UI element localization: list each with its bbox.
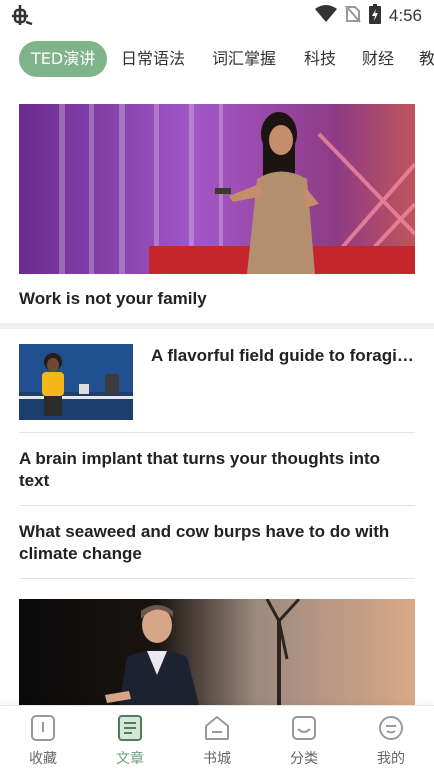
clock: 4:56 <box>388 6 422 25</box>
favorites-icon <box>13 714 73 746</box>
nav-articles[interactable]: 文章 <box>100 714 160 768</box>
article-title[interactable]: What seaweed and cow burps have to do wi… <box>19 521 415 565</box>
nav-label: 分类 <box>290 751 318 767</box>
section-separator <box>0 323 434 329</box>
article-thumbnail[interactable] <box>19 344 133 420</box>
wifi-icon <box>314 5 337 27</box>
hero-article-image[interactable] <box>19 104 415 274</box>
profile-icon <box>361 714 421 746</box>
list-divider <box>19 432 415 433</box>
tab-finance[interactable]: 财经 <box>362 41 394 77</box>
category-tabs: TED演讲 日常语法 词汇掌握 科技 财经 教 <box>0 41 434 79</box>
tab-daily-grammar[interactable]: 日常语法 <box>121 41 185 77</box>
category-icon <box>274 714 334 746</box>
status-bar: 4:56 <box>0 0 434 32</box>
no-sim-icon <box>345 5 361 27</box>
tab-technology[interactable]: 科技 <box>304 41 336 77</box>
tab-education[interactable]: 教 <box>419 41 434 77</box>
nav-label: 收藏 <box>29 751 57 767</box>
nav-profile[interactable]: 我的 <box>361 714 421 768</box>
article-image[interactable] <box>19 599 415 705</box>
nav-category[interactable]: 分类 <box>274 714 334 768</box>
article-icon <box>100 714 160 746</box>
list-divider <box>19 578 415 579</box>
tab-vocabulary[interactable]: 词汇掌握 <box>212 41 276 77</box>
nav-bookstore[interactable]: 书城 <box>187 714 247 768</box>
nav-label: 我的 <box>377 751 405 767</box>
battery-icon <box>368 4 381 28</box>
nav-label: 文章 <box>116 751 144 767</box>
bottom-navigation: 收藏 文章 书城 分类 我的 <box>0 705 434 772</box>
list-divider <box>19 505 415 506</box>
hero-article-title[interactable]: Work is not your family <box>19 289 207 309</box>
article-title[interactable]: A flavorful field guide to foragi… <box>151 346 421 366</box>
bookstore-icon <box>187 714 247 746</box>
tab-ted-talks[interactable]: TED演讲 <box>19 41 108 77</box>
bug-icon <box>10 4 34 30</box>
nav-favorites[interactable]: 收藏 <box>13 714 73 768</box>
nav-label: 书城 <box>203 751 231 767</box>
article-title[interactable]: A brain implant that turns your thoughts… <box>19 448 415 492</box>
